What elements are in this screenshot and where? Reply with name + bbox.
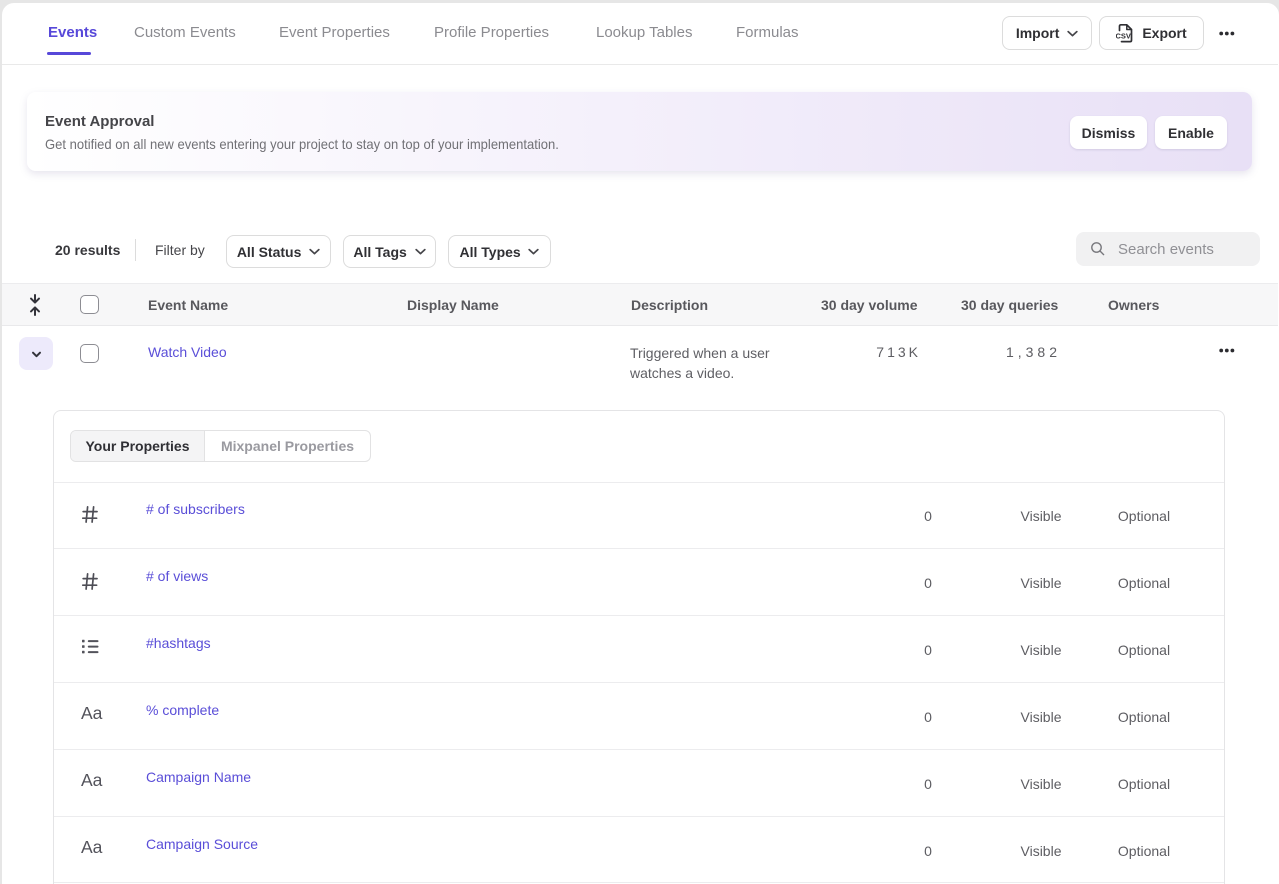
svg-text:CSV: CSV: [1116, 31, 1131, 40]
